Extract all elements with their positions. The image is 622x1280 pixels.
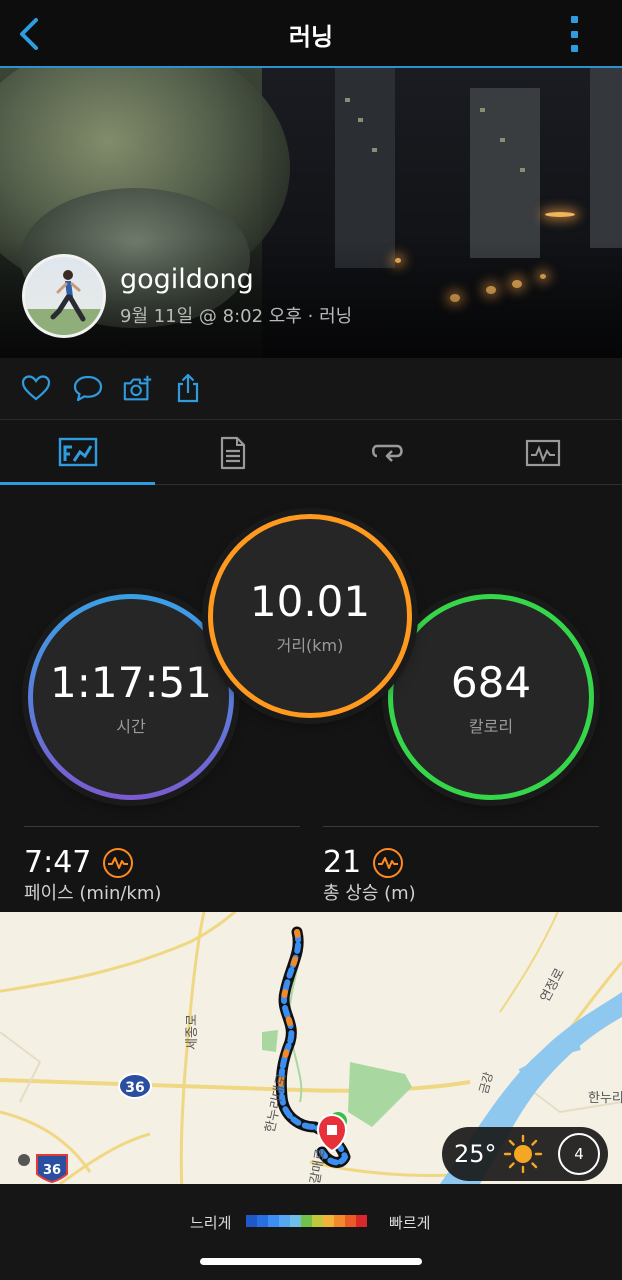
activity-tabs (0, 421, 622, 485)
highway-shield-36: 36 (36, 1154, 68, 1184)
distance-value: 10.01 (249, 576, 371, 626)
route-shield-36: 36 (118, 1073, 152, 1099)
time-value: 1:17:51 (50, 657, 212, 707)
more-dot-icon (570, 30, 578, 38)
speech-bubble-icon (73, 375, 103, 402)
calories-label: 칼로리 (468, 716, 514, 736)
home-indicator (200, 1258, 422, 1265)
elevation-chart-icon[interactable] (373, 847, 404, 878)
calories-stat-ring: 684 칼로리 (388, 594, 594, 800)
legend-swatch (279, 1215, 290, 1227)
map-label-geumgang: 금강 (477, 1070, 496, 1095)
legend-swatch (323, 1215, 334, 1227)
time-stat-ring: 1:17:51 시간 (28, 594, 234, 800)
pace-label: 페이스 (min/km) (24, 883, 162, 904)
sun-icon (503, 1134, 542, 1174)
wind-speed: 4 (574, 1145, 584, 1163)
time-label: 시간 (116, 716, 146, 736)
page-title: 러닝 (288, 23, 334, 51)
pace-color-legend: 느리게 빠르게 (0, 1184, 622, 1280)
overview-chart-icon (58, 437, 97, 466)
temperature: 25° (454, 1140, 497, 1168)
legend-swatch (268, 1215, 279, 1227)
activity-date-type: 9월 11일 @ 8:02 오후 · 러닝 (120, 306, 353, 327)
runner-avatar-icon (25, 270, 103, 335)
repeat-laps-icon (371, 444, 403, 462)
camera-plus-icon (123, 375, 152, 401)
more-dot-icon (570, 45, 578, 52)
building-shape (470, 88, 540, 258)
ascent-value: 21 (323, 845, 362, 880)
like-button[interactable] (20, 372, 52, 404)
share-button[interactable] (172, 372, 204, 404)
tab-details[interactable] (155, 421, 310, 485)
legend-swatch (257, 1215, 268, 1227)
more-dot-icon (570, 16, 578, 23)
legend-slow-label: 느리게 (190, 1214, 232, 1232)
svg-text:36: 36 (43, 1163, 61, 1178)
avatar[interactable] (22, 254, 106, 338)
more-menu-button[interactable] (566, 16, 582, 52)
apple-maps-logo (18, 1154, 30, 1166)
document-list-icon (220, 436, 245, 470)
legend-swatch (345, 1215, 356, 1227)
ascent-metric: 21 총 상승 (m) (323, 826, 599, 904)
legend-swatch (301, 1215, 312, 1227)
comment-button[interactable] (72, 372, 104, 404)
tab-charts[interactable] (465, 421, 620, 485)
activity-cover-photo[interactable]: gogildong 9월 11일 @ 8:02 오후 · 러닝 (0, 66, 622, 358)
username[interactable]: gogildong (120, 264, 254, 295)
building-shape (590, 68, 622, 248)
legend-swatch (290, 1215, 301, 1227)
social-actions-bar (0, 358, 622, 420)
map-label-sejongro: 세종로 (185, 1014, 200, 1050)
map-label-yeonjeongro: 연정로 (538, 966, 568, 1005)
ascent-label: 총 상승 (m) (323, 883, 416, 904)
heart-icon (21, 375, 51, 401)
map-label-galmaero: 갈매로 (308, 1147, 329, 1184)
pace-value: 7:47 (24, 845, 92, 880)
activity-summary: 1:17:51 시간 684 칼로리 10.01 거리(km) 7:47 페이스… (0, 486, 622, 912)
weather-badge[interactable]: 25° 4 (442, 1127, 608, 1181)
svg-text:36: 36 (125, 1080, 144, 1096)
legend-swatch (334, 1215, 345, 1227)
pace-gradient-bar (246, 1215, 367, 1227)
calories-value: 684 (450, 657, 532, 707)
tab-overview[interactable] (0, 421, 155, 485)
add-photo-button[interactable] (122, 372, 154, 404)
distance-stat-ring: 10.01 거리(km) (208, 514, 412, 718)
top-app-bar: 러닝 (0, 0, 622, 66)
pace-metric: 7:47 페이스 (min/km) (24, 826, 300, 904)
map-label-hannuri: 한누리 (588, 1091, 622, 1106)
legend-fast-label: 빠르게 (389, 1214, 431, 1232)
legend-swatch (356, 1215, 367, 1227)
wind-speed-dial: 4 (558, 1133, 600, 1175)
heart-rate-chart-icon (525, 439, 560, 467)
legend-swatch (246, 1215, 257, 1227)
pace-chart-icon[interactable] (103, 847, 134, 878)
tab-laps[interactable] (310, 421, 465, 485)
distance-label: 거리(km) (276, 635, 344, 655)
share-icon (177, 373, 199, 403)
legend-swatch (312, 1215, 323, 1227)
